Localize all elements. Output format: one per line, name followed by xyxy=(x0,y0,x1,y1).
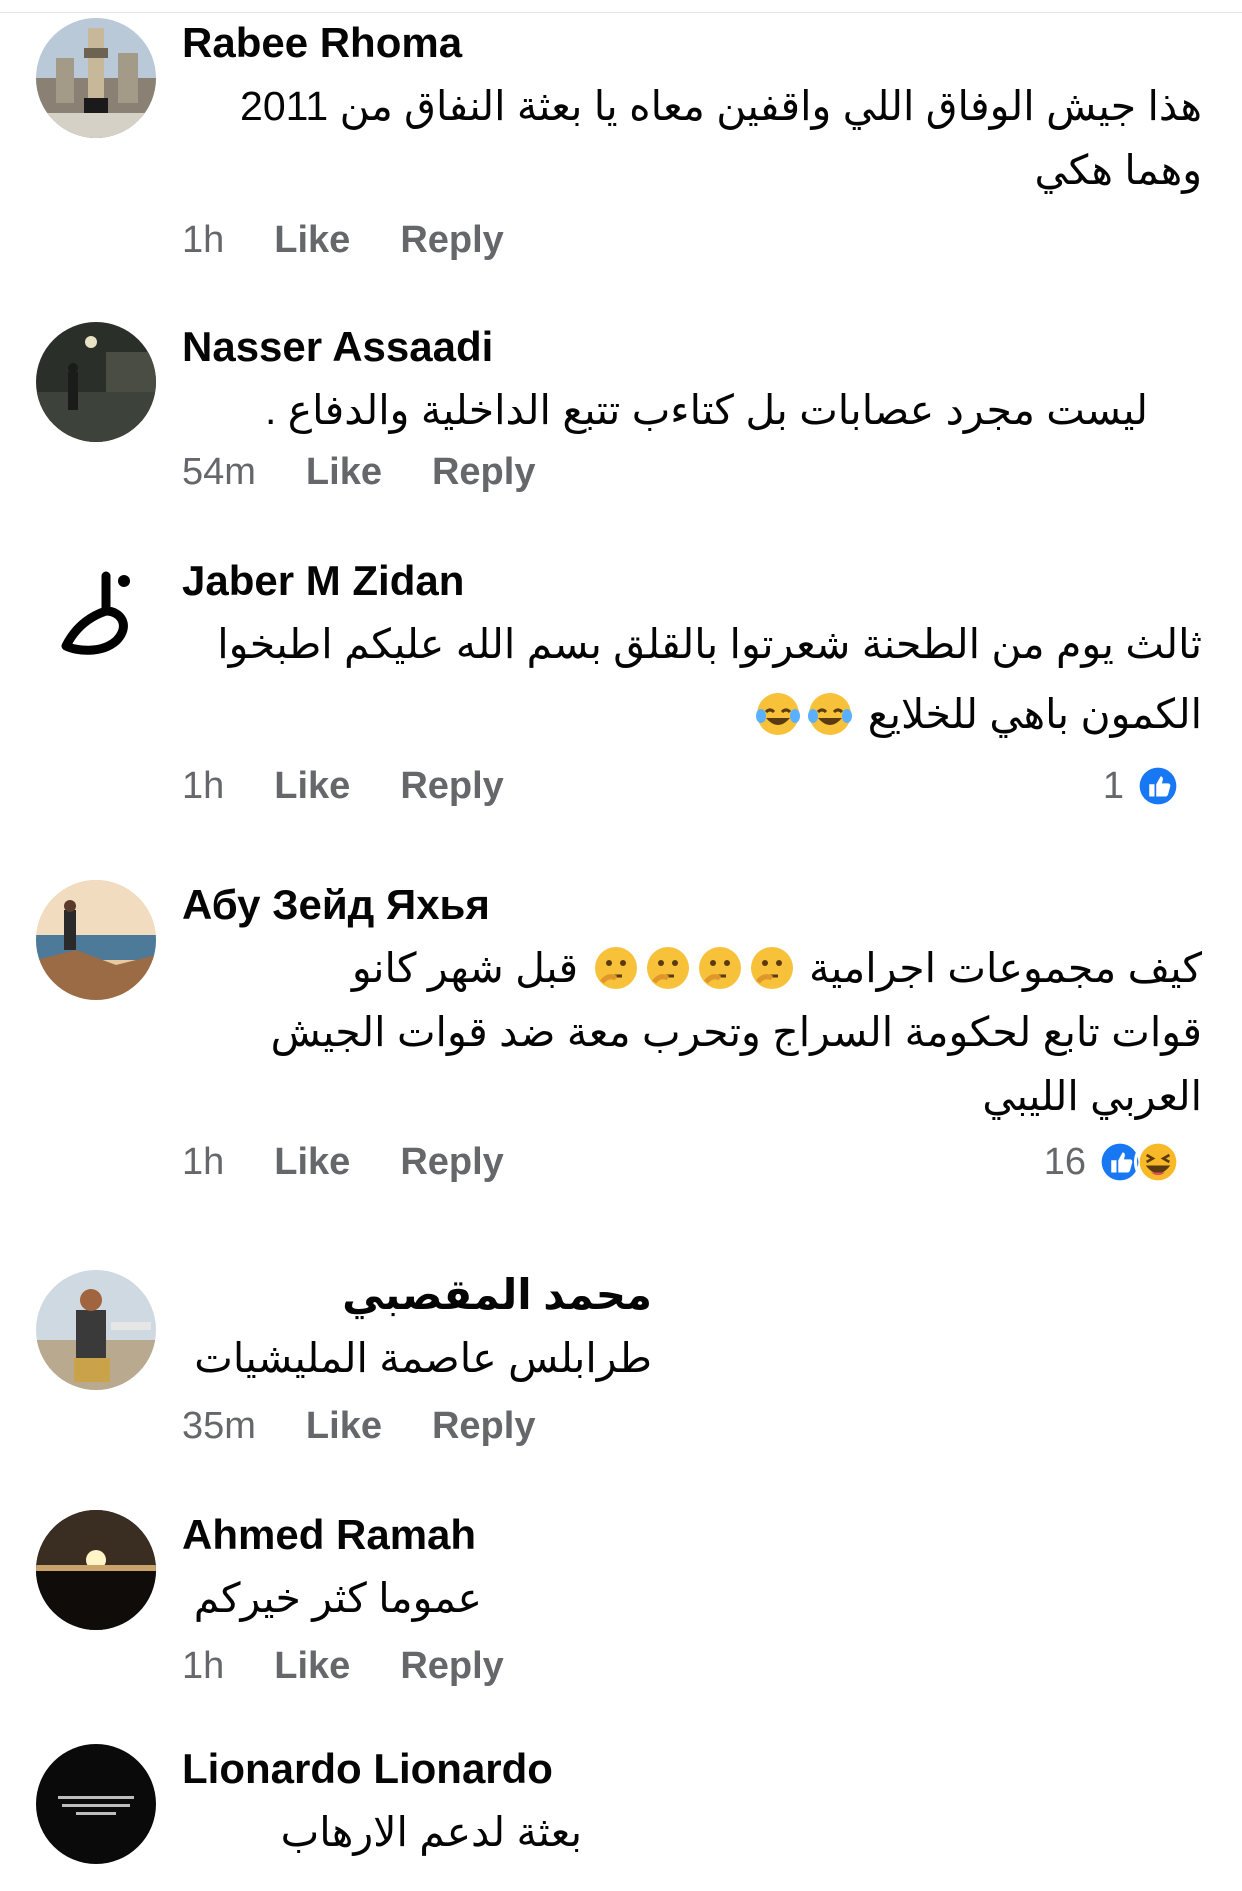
comment-line: ثالث يوم من الطحنة شعرتوا بالقلق بسم الل… xyxy=(217,621,1202,667)
comment-body: Абу Зейд Яхья كيف مجموعات اجرامية قبل شه… xyxy=(182,880,1202,1192)
comment-time[interactable]: 1h xyxy=(182,219,224,262)
laughing-tears-emoji xyxy=(806,690,854,738)
comment-line-text: كيف مجموعات اجرامية xyxy=(808,945,1202,991)
airport-man-photo xyxy=(36,1270,156,1390)
comment-body: Nasser Assaadi ليست مجرد عصابات بل كتاءب… xyxy=(182,322,1202,502)
like-button[interactable]: Like xyxy=(274,1645,350,1688)
comment-meta: 54m Like Reply xyxy=(182,442,1202,502)
like-button[interactable]: Like xyxy=(306,1405,382,1448)
comment-author[interactable]: Nasser Assaadi xyxy=(182,322,1202,372)
comment-author[interactable]: Ahmed Ramah xyxy=(182,1510,482,1560)
comment-author[interactable]: Lionardo Lionardo xyxy=(182,1744,582,1794)
reaction-summary[interactable]: 16 xyxy=(1044,1138,1182,1186)
reaction-count: 16 xyxy=(1043,1140,1086,1183)
seaside-rocks-photo xyxy=(36,880,156,1000)
comment-author[interactable]: محمد المقصبي xyxy=(182,1270,652,1320)
comment-line: بعثة لدعم الارهاب xyxy=(280,1809,582,1855)
comment-line: قوات تابع لحكومة السراج وتحرب معة ضد قوا… xyxy=(270,1009,1202,1055)
comment-line: وهما هكي xyxy=(1034,147,1202,193)
comment-body: محمد المقصبي طرابلس عاصمة المليشيات 35m … xyxy=(182,1270,652,1456)
comment-author[interactable]: Абу Зейд Яхья xyxy=(182,880,1202,930)
avatar[interactable] xyxy=(36,1270,156,1390)
comment-body: Lionardo Lionardo بعثة لدعم الارهاب xyxy=(182,1744,582,1864)
reaction-summary[interactable]: 1 xyxy=(1103,762,1182,810)
comment-meta: 35m Like Reply xyxy=(182,1396,1202,1456)
comment-author[interactable]: Jaber M Zidan xyxy=(182,556,1202,606)
comment-time[interactable]: 35m xyxy=(182,1405,256,1448)
mecca-clock-tower-photo xyxy=(36,18,156,138)
comment-meta: 1h Like Reply xyxy=(182,1636,1202,1696)
like-button[interactable]: Like xyxy=(274,219,350,262)
comment-line: طرابلس عاصمة المليشيات xyxy=(194,1335,652,1381)
comment-body: Ahmed Ramah عموما كثر خيركم 1h Like Repl… xyxy=(182,1510,504,1696)
comment-line: العربي الليبي xyxy=(982,1073,1202,1119)
avatar[interactable] xyxy=(36,18,156,138)
comment-body: Rabee Rhoma هذا جيش الوفاق اللي واقفين م… xyxy=(182,18,1202,270)
comment-text: ثالث يوم من الطحنة شعرتوا بالقلق بسم الل… xyxy=(182,612,1202,746)
avatar[interactable] xyxy=(36,1510,156,1630)
comment-text: طرابلس عاصمة المليشيات xyxy=(182,1326,652,1390)
reply-button[interactable]: Reply xyxy=(432,451,535,494)
arabic-calligraphy-logo xyxy=(36,556,156,676)
comment-line: ليست مجرد عصابات بل كتاءب تتبع الداخلية … xyxy=(264,387,1148,433)
comment-time[interactable]: 1h xyxy=(182,1645,224,1688)
comment-line: هذا جيش الوفاق اللي واقفين معاه يا بعثة … xyxy=(240,83,1202,129)
like-reaction-icon xyxy=(1134,762,1182,810)
comment-text: ليست مجرد عصابات بل كتاءب تتبع الداخلية … xyxy=(182,378,1202,442)
black-text-image xyxy=(36,1744,156,1864)
like-button[interactable]: Like xyxy=(274,765,350,808)
comment-text: عموما كثر خيركم xyxy=(182,1566,482,1630)
reply-button[interactable]: Reply xyxy=(400,1645,503,1688)
comments-list: Rabee Rhoma هذا جيش الوفاق اللي واقفين م… xyxy=(0,0,1242,1891)
comment-time[interactable]: 1h xyxy=(182,1141,224,1184)
reply-button[interactable]: Reply xyxy=(400,765,503,808)
comment-meta: 1h Like Reply 16 xyxy=(182,1132,1202,1192)
comment-body: Jaber M Zidan ثالث يوم من الطحنة شعرتوا … xyxy=(182,556,1202,816)
comment-text: هذا جيش الوفاق اللي واقفين معاه يا بعثة … xyxy=(182,74,1202,202)
comment-author[interactable]: Rabee Rhoma xyxy=(182,18,1202,68)
comment-text: كيف مجموعات اجرامية قبل شهر كانو قوات تا… xyxy=(182,936,1202,1128)
like-button[interactable]: Like xyxy=(274,1141,350,1184)
thinking-emoji xyxy=(592,944,640,992)
avatar[interactable] xyxy=(36,1744,156,1864)
reply-button[interactable]: Reply xyxy=(432,1405,535,1448)
comment-line: كيف مجموعات اجرامية قبل شهر كانو xyxy=(182,936,1202,1000)
reply-button[interactable]: Reply xyxy=(400,1141,503,1184)
comment-meta: 1h Like Reply 1 xyxy=(182,756,1202,816)
night-street-photo xyxy=(36,322,156,442)
comment-line-text: الكمون باهي للخلايع xyxy=(867,691,1202,737)
comment-text: بعثة لدعم الارهاب xyxy=(182,1800,582,1864)
like-button[interactable]: Like xyxy=(306,451,382,494)
comment-line: عموما كثر خيركم xyxy=(193,1575,482,1621)
reaction-count: 1 xyxy=(1102,764,1124,807)
reply-button[interactable]: Reply xyxy=(400,219,503,262)
avatar[interactable] xyxy=(36,556,156,676)
sunset-photo xyxy=(36,1510,156,1630)
haha-reaction-icon xyxy=(1134,1138,1182,1186)
avatar[interactable] xyxy=(36,322,156,442)
comment-line-text: قبل شهر كانو xyxy=(351,945,579,991)
thinking-emoji xyxy=(748,944,796,992)
thinking-emoji xyxy=(696,944,744,992)
comment-time[interactable]: 1h xyxy=(182,765,224,808)
laughing-tears-emoji xyxy=(754,690,802,738)
comment-time[interactable]: 54m xyxy=(182,451,256,494)
avatar[interactable] xyxy=(36,880,156,1000)
thinking-emoji xyxy=(644,944,692,992)
comment-meta: 1h Like Reply xyxy=(182,210,1202,270)
comment-line: الكمون باهي للخلايع xyxy=(182,682,1202,746)
